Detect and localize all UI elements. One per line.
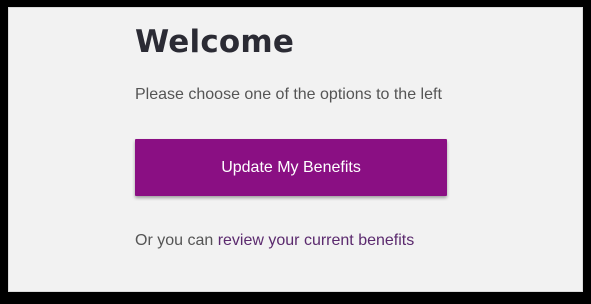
welcome-panel: Welcome Please choose one of the options… <box>8 7 583 292</box>
update-benefits-button[interactable]: Update My Benefits <box>135 139 447 196</box>
instructions-text: Please choose one of the options to the … <box>135 86 442 103</box>
review-benefits-prefix: Or you can <box>135 232 218 249</box>
update-benefits-button-label: Update My Benefits <box>221 158 361 176</box>
page-title: Welcome <box>135 24 295 60</box>
review-benefits-link[interactable]: review your current benefits <box>218 232 415 249</box>
review-benefits-text: Or you can review your current benefits <box>135 232 414 250</box>
